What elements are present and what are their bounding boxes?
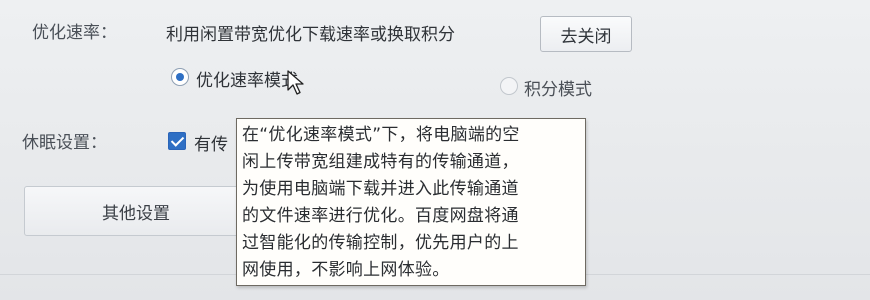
speed-description: 利用闲置带宽优化下载速率或换取积分 [166, 25, 455, 45]
close-optimization-button[interactable]: 去关闭 [540, 16, 632, 52]
settings-panel: 优化速率： 利用闲置带宽优化下载速率或换取积分 去关闭 优化速率模式 积分模式 … [0, 0, 870, 300]
tooltip-line: 为使用电脑端下载并进入此传输通道 [242, 179, 519, 199]
sleep-label: 休眠设置： [22, 133, 107, 153]
mouse-pointer-icon [287, 70, 304, 95]
tooltip-line: 闲上传带宽组建成特有的传输通道， [242, 152, 519, 172]
tooltip-speed-mode: 在“优化速率模式”下，将电脑端的空 闲上传带宽组建成特有的传输通道， 为使用电脑… [236, 118, 586, 286]
tooltip-line: 网使用，不影响上网体验。 [242, 260, 450, 280]
sleep-checkbox-label[interactable]: 有传 [194, 130, 228, 155]
tooltip-line: 的文件速率进行优化。百度网盘将通 [242, 206, 519, 226]
radio-points-mode-label[interactable]: 积分模式 [524, 75, 592, 100]
other-settings-button-label: 其他设置 [102, 203, 170, 224]
sleep-checkbox[interactable] [168, 132, 186, 150]
close-optimization-button-label: 去关闭 [560, 26, 612, 47]
tooltip-line: 在“优化速率模式”下，将电脑端的空 [242, 125, 520, 145]
radio-speed-mode-label[interactable]: 优化速率模式 [196, 66, 298, 91]
tooltip-line: 过智能化的传输控制，优先用户的上 [242, 233, 519, 253]
radio-points-mode[interactable] [500, 77, 518, 95]
other-settings-button[interactable]: 其他设置 [24, 186, 248, 236]
radio-speed-mode[interactable] [171, 68, 189, 86]
speed-label: 优化速率： [32, 23, 117, 43]
